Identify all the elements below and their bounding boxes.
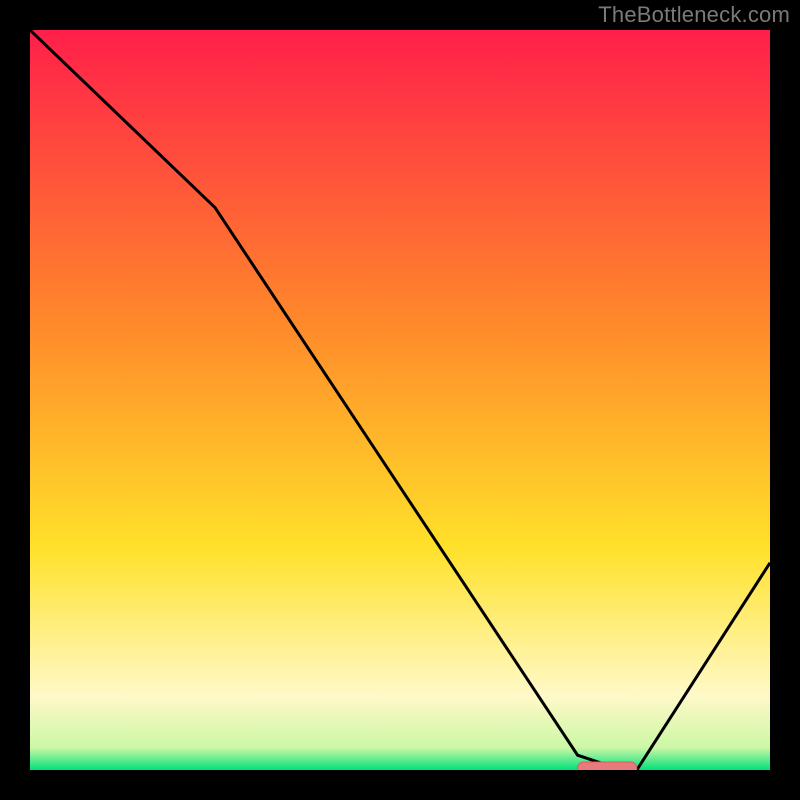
gradient-background <box>30 30 770 770</box>
watermark-text: TheBottleneck.com <box>598 2 790 28</box>
chart-container: TheBottleneck.com <box>0 0 800 800</box>
plot-area <box>30 30 770 770</box>
chart-svg <box>30 30 770 770</box>
optimal-range-marker <box>578 762 637 770</box>
